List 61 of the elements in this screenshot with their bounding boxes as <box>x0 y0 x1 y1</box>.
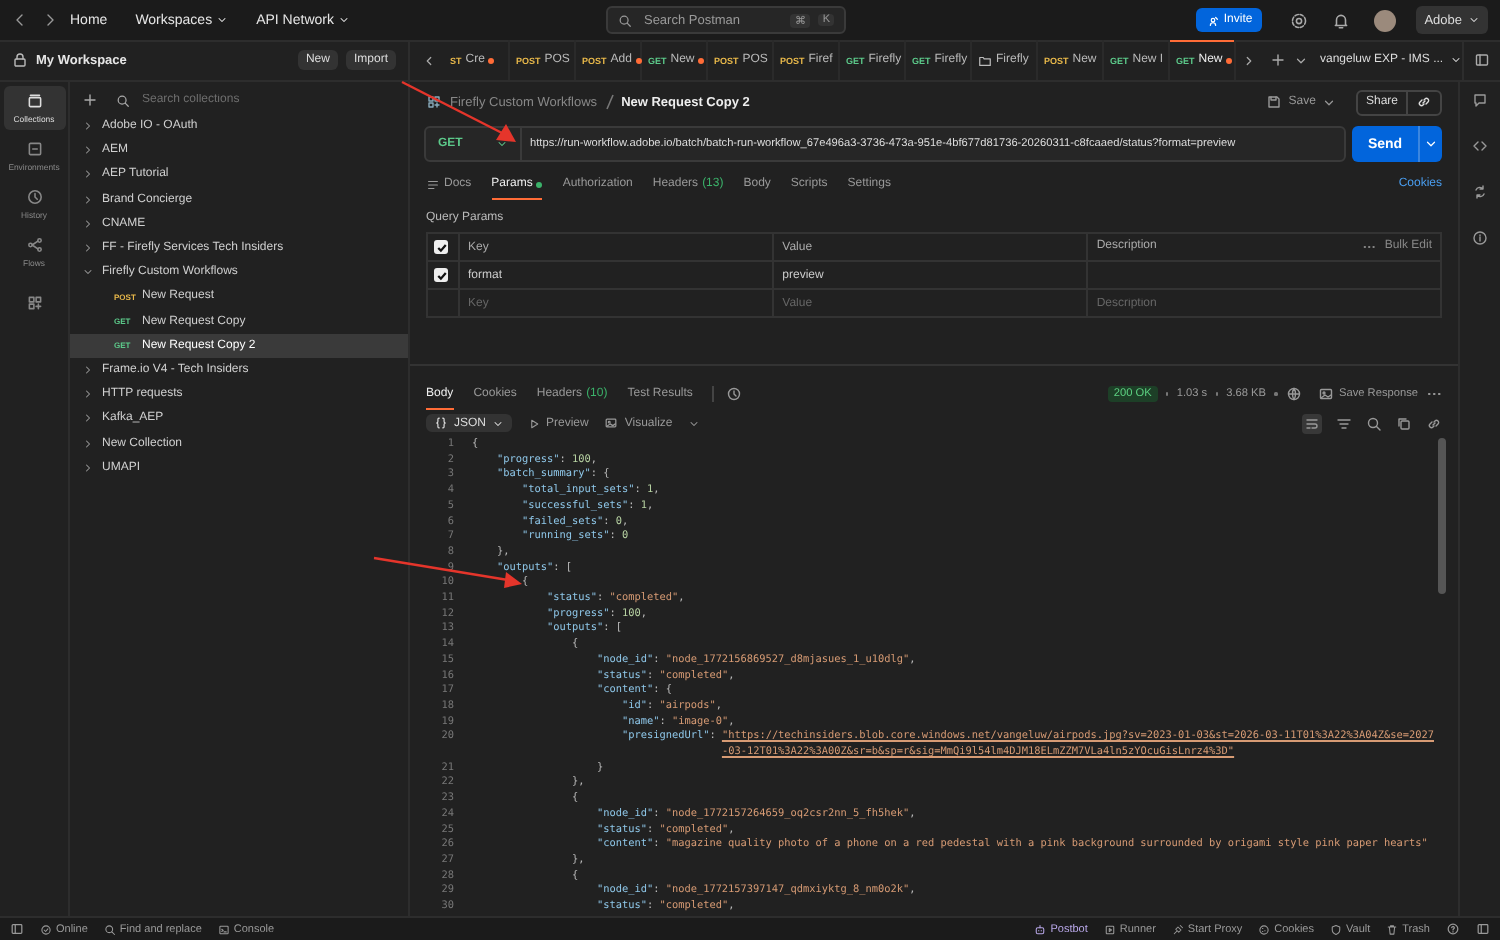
search-icon[interactable] <box>1366 415 1382 431</box>
chevron-down-icon <box>216 14 229 26</box>
search-icon <box>617 13 632 27</box>
info-icon[interactable] <box>1472 230 1488 246</box>
scrollbar-thumb[interactable] <box>1438 438 1446 594</box>
refresh-icon[interactable] <box>1472 184 1488 200</box>
chevron-down-icon[interactable] <box>1321 95 1336 109</box>
docs-icon <box>426 177 440 191</box>
scroll-left-icon[interactable] <box>422 53 436 67</box>
trash-icon <box>1386 923 1399 935</box>
code-icon[interactable] <box>1472 138 1488 154</box>
image-icon <box>604 416 619 430</box>
braces-icon <box>434 416 448 430</box>
bell-icon[interactable] <box>1332 11 1351 29</box>
scroll-right-icon[interactable] <box>1242 53 1256 67</box>
apps-icon[interactable] <box>25 294 43 312</box>
bot-icon <box>1034 923 1047 935</box>
add-tab-icon[interactable] <box>1270 52 1286 68</box>
forward-icon[interactable] <box>42 12 58 28</box>
chevron-down-icon[interactable] <box>688 417 701 429</box>
search-icon <box>116 93 130 107</box>
console-icon <box>217 923 230 935</box>
chevron-down-icon <box>337 14 350 26</box>
settings-icon[interactable] <box>1290 11 1309 29</box>
separator-icon <box>605 94 614 110</box>
link-icon[interactable] <box>1416 94 1432 110</box>
chevron-down-icon[interactable] <box>1294 53 1308 67</box>
layout-icon[interactable] <box>1476 922 1490 936</box>
avatar-icon[interactable] <box>1374 9 1397 31</box>
panel-icon[interactable] <box>1473 52 1490 68</box>
search-icon <box>103 923 116 935</box>
chevron-down-icon <box>1468 14 1480 26</box>
collections-icon <box>25 92 43 110</box>
back-icon[interactable] <box>12 12 28 28</box>
online-icon <box>40 923 52 935</box>
checkbox[interactable] <box>434 268 448 282</box>
add-user-icon <box>1205 13 1220 27</box>
checkbox[interactable] <box>434 240 448 254</box>
more-icon[interactable] <box>1362 240 1377 254</box>
filter-icon[interactable] <box>1336 415 1352 431</box>
environments-icon <box>25 140 43 158</box>
sidebar-icon[interactable] <box>10 922 24 936</box>
folder-icon <box>978 53 992 67</box>
vault-icon <box>1330 923 1342 935</box>
cookie-icon <box>1258 923 1271 935</box>
comments-icon[interactable] <box>1472 92 1488 108</box>
history-icon[interactable] <box>726 386 743 402</box>
link-icon[interactable] <box>1426 415 1442 431</box>
proxy-icon <box>1171 923 1184 935</box>
globe-icon[interactable] <box>1285 386 1301 402</box>
wrap-lines-icon[interactable] <box>1304 415 1320 431</box>
flows-icon <box>25 236 43 254</box>
add-icon[interactable] <box>82 92 98 108</box>
play-icon <box>528 417 541 429</box>
copy-icon[interactable] <box>1396 415 1412 431</box>
lock-icon <box>12 52 28 68</box>
history-icon <box>25 188 43 206</box>
help-icon[interactable] <box>1446 922 1460 936</box>
runner-icon <box>1103 923 1116 935</box>
chevron-down-icon <box>492 417 505 429</box>
chevron-down-icon <box>1449 54 1462 66</box>
